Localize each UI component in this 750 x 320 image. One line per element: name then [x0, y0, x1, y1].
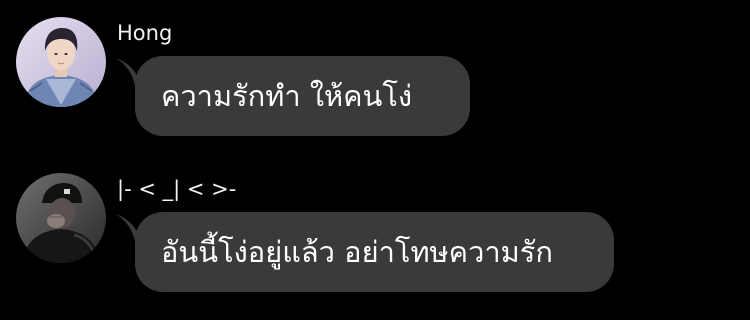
message-bubble[interactable]: อันนี้โง่อยู่แล้ว อย่าโทษความรัก: [135, 212, 614, 292]
sender-name: Hong: [117, 21, 173, 45]
message-bubble[interactable]: ความรักทำ ให้คนโง่: [135, 56, 470, 136]
profile-photo-denim-jacket: [16, 17, 106, 107]
avatar[interactable]: [16, 17, 106, 107]
message-text: ความรักทำ ให้คนโง่: [161, 79, 413, 113]
profile-photo-dark-hoodie: [16, 173, 106, 263]
avatar[interactable]: [16, 173, 106, 263]
sender-name: |- < _| < >-: [117, 177, 237, 201]
message-text: อันนี้โง่อยู่แล้ว อย่าโทษความรัก: [161, 235, 553, 269]
